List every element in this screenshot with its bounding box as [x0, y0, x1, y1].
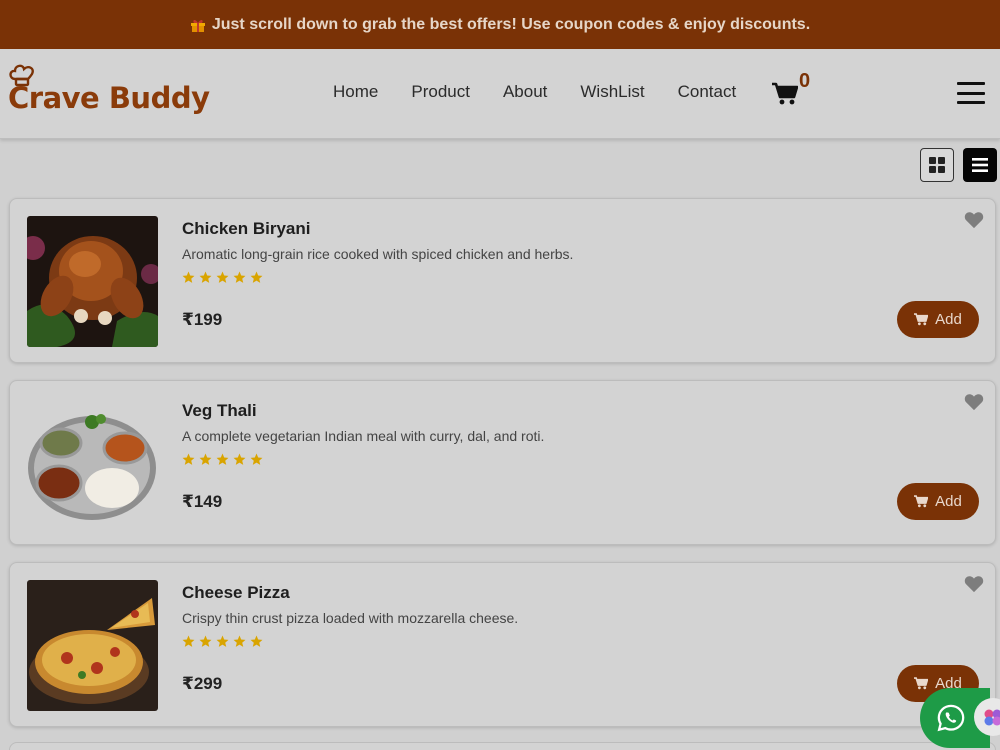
- wishlist-heart-icon[interactable]: [964, 211, 984, 234]
- star-icon: [216, 271, 229, 283]
- product-title[interactable]: Cheese Pizza: [182, 583, 290, 603]
- list-view-button[interactable]: [963, 148, 997, 182]
- grid-icon: [929, 157, 945, 173]
- grid-view-button[interactable]: [920, 148, 954, 182]
- add-to-cart-button[interactable]: Add: [897, 301, 979, 338]
- wishlist-heart-icon[interactable]: [964, 393, 984, 416]
- star-icon: [250, 453, 263, 465]
- announcement-bar: Just scroll down to grab the best offers…: [0, 0, 1000, 49]
- star-icon: [182, 453, 195, 465]
- product-card: Chicken Biryani Aromatic long-grain rice…: [9, 198, 996, 363]
- nav-contact[interactable]: Contact: [678, 82, 737, 102]
- list-icon: [972, 158, 988, 172]
- cart-icon[interactable]: [772, 82, 799, 111]
- announcement-text: Just scroll down to grab the best offers…: [211, 15, 811, 33]
- product-description: Crispy thin crust pizza loaded with mozz…: [182, 610, 519, 626]
- nav-home[interactable]: Home: [333, 82, 378, 102]
- veg-thali-image[interactable]: [27, 398, 158, 529]
- brand-logo[interactable]: Crave Buddy: [8, 63, 210, 115]
- roast-chicken-image[interactable]: [27, 216, 158, 347]
- add-button-label: Add: [935, 493, 962, 510]
- product-description: A complete vegetarian Indian meal with c…: [182, 428, 545, 444]
- wishlist-heart-icon[interactable]: [964, 575, 984, 598]
- add-button-label: Add: [935, 311, 962, 328]
- add-to-cart-button[interactable]: Add: [897, 483, 979, 520]
- product-card: Cheese Pizza Crispy thin crust pizza loa…: [9, 562, 996, 727]
- nav-product[interactable]: Product: [411, 82, 470, 102]
- product-title[interactable]: Veg Thali: [182, 401, 257, 421]
- rating-stars: [182, 635, 263, 648]
- cart-icon: [914, 677, 929, 690]
- star-icon: [233, 453, 246, 465]
- brand-name: Crave Buddy: [8, 81, 210, 115]
- product-card: Veg Thali A complete vegetarian Indian m…: [9, 380, 996, 545]
- product-price: ₹299: [182, 674, 223, 693]
- star-icon: [250, 635, 263, 647]
- cart-icon: [914, 313, 929, 326]
- star-icon: [199, 271, 212, 283]
- product-title[interactable]: Chicken Biryani: [182, 219, 311, 239]
- star-icon: [199, 453, 212, 465]
- product-card: [9, 742, 996, 750]
- view-toggle: [920, 148, 997, 182]
- chef-hat-icon: [8, 63, 36, 94]
- main-nav: Home Product About WishList Contact: [333, 82, 769, 102]
- product-description: Aromatic long-grain rice cooked with spi…: [182, 246, 574, 262]
- star-icon: [182, 635, 195, 647]
- product-price: ₹199: [182, 310, 223, 329]
- nav-wishlist[interactable]: WishList: [580, 82, 644, 102]
- cheese-pizza-image[interactable]: [27, 580, 158, 711]
- cart-icon: [914, 495, 929, 508]
- star-icon: [250, 271, 263, 283]
- star-icon: [233, 635, 246, 647]
- rating-stars: [182, 271, 263, 284]
- gift-icon: [190, 17, 206, 33]
- nav-about[interactable]: About: [503, 82, 547, 102]
- star-icon: [233, 271, 246, 283]
- star-icon: [216, 635, 229, 647]
- cart-count: 0: [799, 70, 811, 92]
- star-icon: [216, 453, 229, 465]
- whatsapp-icon: [937, 704, 965, 732]
- site-header: Crave Buddy Home Product About WishList …: [0, 49, 1000, 139]
- star-icon: [182, 271, 195, 283]
- product-price: ₹149: [182, 492, 223, 511]
- menu-toggle-icon[interactable]: [957, 82, 985, 104]
- rating-stars: [182, 453, 263, 466]
- star-icon: [199, 635, 212, 647]
